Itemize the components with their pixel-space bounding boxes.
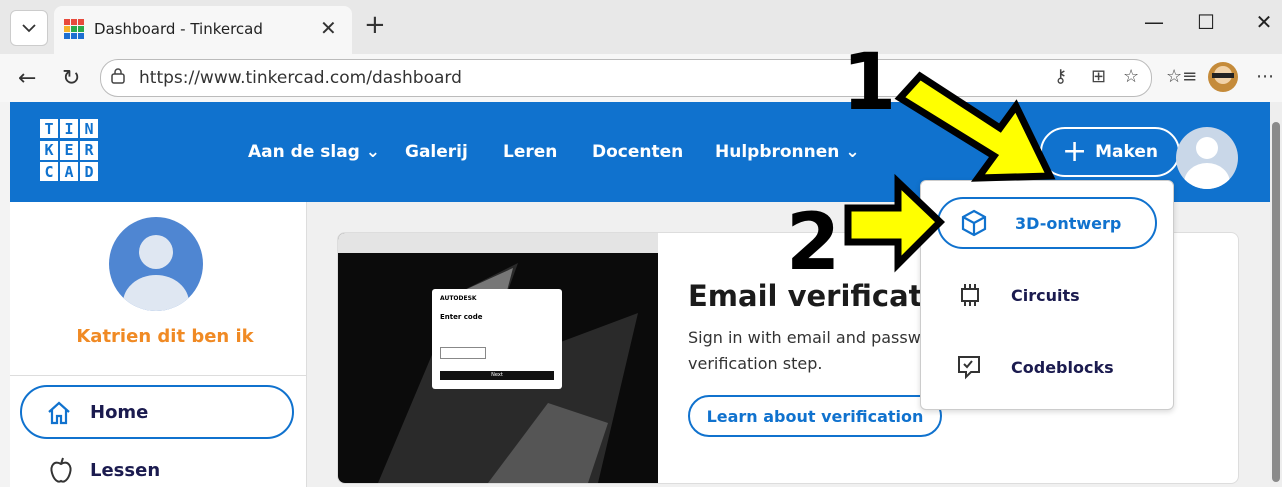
apple-icon [50, 457, 72, 483]
tab-list-button[interactable] [10, 10, 48, 46]
minimize-icon[interactable]: — [1134, 10, 1174, 34]
chevron-down-icon: ⌄ [845, 142, 860, 162]
refresh-icon[interactable]: ↻ [62, 66, 80, 91]
nav-resources[interactable]: Hulpbronnen ⌄ [715, 142, 860, 162]
nav-get-started[interactable]: Aan de slag ⌄ [248, 142, 380, 162]
scrollbar-thumb[interactable] [1272, 122, 1280, 482]
nav-teachers[interactable]: Docenten [592, 142, 683, 162]
tab-title: Dashboard - Tinkercad [94, 20, 263, 38]
maximize-icon[interactable]: ☐ [1186, 10, 1226, 34]
login-dialog: AUTODESK Enter code Next [432, 289, 562, 389]
home-icon [48, 401, 70, 425]
more-icon[interactable]: ⋯ [1256, 66, 1274, 87]
new-tab-icon[interactable]: + [364, 10, 386, 40]
sidebar-item-home[interactable]: Home [20, 385, 294, 439]
codeblocks-icon [958, 356, 980, 380]
extensions-icon[interactable]: ⊞ [1091, 66, 1106, 87]
circuit-chip-icon [961, 284, 979, 306]
chevron-down-icon: ⌄ [365, 142, 381, 162]
address-bar: ← ↻ https://www.tinkercad.com/dashboard … [0, 54, 1282, 102]
favorites-list-icon[interactable]: ☆≡ [1166, 66, 1197, 87]
divider [10, 375, 306, 376]
tab-bar: Dashboard - Tinkercad ✕ + — ☐ ✕ [0, 0, 1282, 54]
page-scrollbar[interactable] [1270, 102, 1282, 487]
learn-about-verification-button[interactable]: Learn about verification [688, 395, 942, 437]
step-2-number: 2 [786, 198, 841, 288]
sidebar-item-label: Home [90, 402, 149, 423]
favorite-icon[interactable]: ☆ [1123, 66, 1139, 87]
card-image: AUTODESK Enter code Next [338, 233, 658, 483]
menu-item-codeblocks[interactable]: Codeblocks [937, 341, 1157, 393]
nav-gallery[interactable]: Galerij [405, 142, 468, 162]
step-2-arrow [844, 173, 946, 273]
user-avatar[interactable] [1176, 127, 1238, 189]
sidebar: Katrien dit ben ik Home Lessen [10, 202, 307, 487]
close-window-icon[interactable]: ✕ [1244, 10, 1282, 34]
url-text: https://www.tinkercad.com/dashboard [139, 68, 462, 88]
menu-item-3d-design[interactable]: 3D-ontwerp [937, 197, 1157, 249]
username[interactable]: Katrien dit ben ik [10, 326, 320, 347]
plus-icon: + [1061, 134, 1088, 169]
close-tab-icon[interactable]: ✕ [320, 16, 337, 40]
chevron-down-icon [22, 24, 36, 33]
menu-item-circuits[interactable]: Circuits [937, 269, 1157, 321]
sidebar-item-lessons[interactable]: Lessen [90, 460, 160, 481]
profile-avatar[interactable] [109, 217, 203, 311]
nav-learn[interactable]: Leren [503, 142, 557, 162]
make-dropdown-menu: 3D-ontwerp Circuits Codeblocks [920, 180, 1174, 410]
step-1-number: 1 [842, 38, 897, 128]
lock-icon[interactable] [111, 68, 125, 84]
cube-icon [961, 209, 987, 237]
back-icon[interactable]: ← [18, 66, 36, 91]
make-button[interactable]: + Maken [1040, 127, 1180, 177]
tinkercad-logo[interactable]: T I N K E R C A D [40, 119, 100, 182]
tinkercad-favicon-icon [64, 19, 84, 39]
browser-tab[interactable]: Dashboard - Tinkercad ✕ [54, 6, 352, 54]
profile-icon[interactable] [1208, 62, 1238, 92]
